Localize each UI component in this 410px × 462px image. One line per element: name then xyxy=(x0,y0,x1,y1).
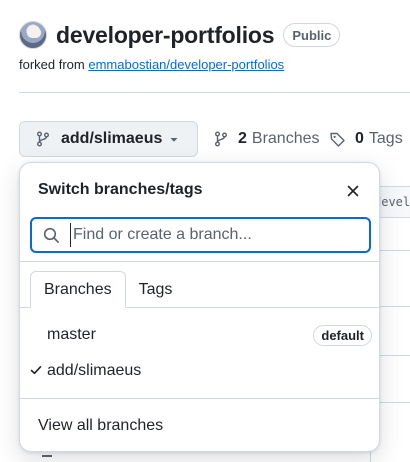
tab-branches[interactable]: Branches xyxy=(30,271,126,308)
branch-item-master[interactable]: master default xyxy=(20,317,379,353)
fork-prefix: forked from xyxy=(19,57,89,72)
popover-title: Switch branches/tags xyxy=(38,181,203,198)
owner-avatar[interactable] xyxy=(19,21,47,49)
branches-count: 2 xyxy=(238,130,247,147)
tags-label: Tags xyxy=(368,130,403,147)
branch-selector-button[interactable]: add/slimaeus xyxy=(19,121,198,157)
branches-label: Branches xyxy=(251,130,320,147)
branch-item-add-slimaeus[interactable]: add/slimaeus xyxy=(20,353,379,389)
branch-switcher-popover: Switch branches/tags Branches Tags maste… xyxy=(19,162,380,452)
git-branch-icon xyxy=(37,131,49,147)
tag-icon xyxy=(330,132,345,147)
fork-info: forked from emmabostian/developer-portfo… xyxy=(19,57,284,72)
tags-count-link[interactable]: 0 Tags xyxy=(329,128,403,150)
search-icon xyxy=(43,227,59,243)
git-branch-icon xyxy=(215,131,227,147)
branches-count-link[interactable]: 2 Branches xyxy=(213,128,320,150)
visibility-badge: Public xyxy=(283,23,341,47)
ref-tabs: Branches Tags xyxy=(30,271,185,308)
tags-count: 0 xyxy=(355,130,364,147)
branch-search-input[interactable] xyxy=(70,223,350,247)
branch-search-box[interactable] xyxy=(30,217,371,253)
branch-item-label: master xyxy=(47,326,96,343)
caret-down-icon xyxy=(170,138,178,142)
close-button[interactable] xyxy=(341,179,365,203)
repo-header: developer-portfolios Public xyxy=(19,19,341,51)
current-branch-label: add/slimaeus xyxy=(61,130,163,147)
repo-name[interactable]: developer-portfolios xyxy=(56,22,275,49)
view-all-branches-link[interactable]: View all branches xyxy=(38,417,163,435)
close-icon xyxy=(347,185,359,197)
search-divider xyxy=(20,261,379,262)
fork-source-link[interactable]: emmabostian/developer-portfolios xyxy=(88,57,284,72)
tab-tags[interactable]: Tags xyxy=(126,271,186,308)
check-icon xyxy=(30,366,42,375)
default-badge: default xyxy=(313,324,372,346)
branch-item-label: add/slimaeus xyxy=(47,362,142,379)
file-icon-fragment xyxy=(42,455,52,457)
header-divider xyxy=(19,92,410,93)
footer-divider xyxy=(20,398,379,399)
